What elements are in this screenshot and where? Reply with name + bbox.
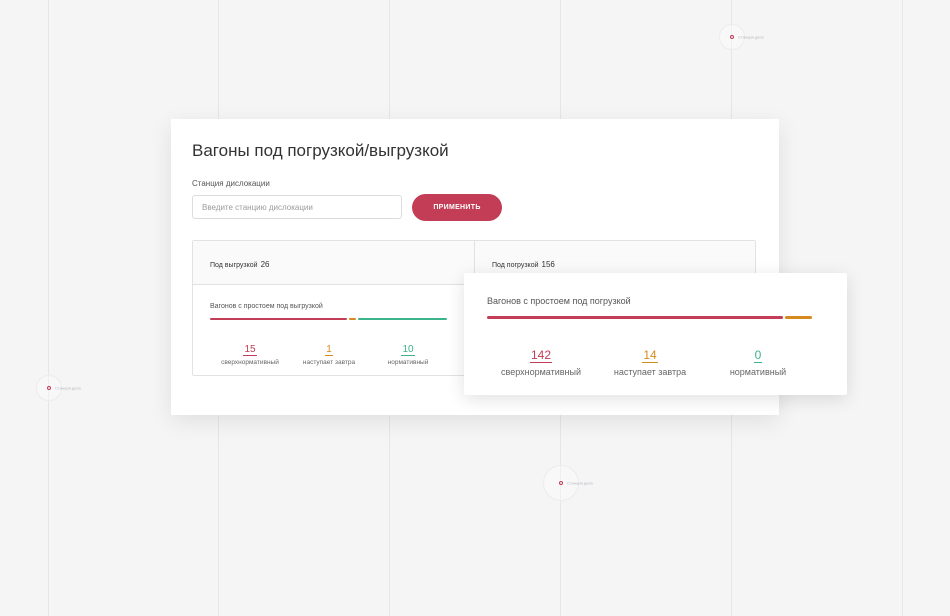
grid-line <box>902 0 903 616</box>
marker-label: Станция депо <box>567 480 593 486</box>
marker-label: Станция депо <box>55 385 81 391</box>
load-over-norm-label: сверхнормативный <box>501 367 581 377</box>
station-input[interactable] <box>192 195 402 219</box>
load-stat-normal: 0 нормативный <box>714 346 802 378</box>
load-stat-tomorrow: 14 наступает завтра <box>606 346 694 378</box>
load-normal-label: нормативный <box>729 367 787 377</box>
marker-label: Станция депо <box>738 34 764 40</box>
load-tomorrow-value[interactable]: 14 <box>642 349 658 363</box>
tab-unload-count: 26 <box>260 260 270 269</box>
tab-unload-label: Под выгрузкой <box>210 262 258 269</box>
load-stats-title: Вагонов с простоем под погрузкой <box>487 296 631 306</box>
marker-dot-icon <box>47 386 51 390</box>
load-tomorrow-label: наступает завтра <box>613 367 687 377</box>
unload-normal-value[interactable]: 10 <box>401 344 415 356</box>
station-label: Станция дислокации <box>192 179 270 188</box>
load-over-norm-value[interactable]: 142 <box>529 349 553 363</box>
unload-tomorrow-bar <box>349 318 356 320</box>
load-over-norm-bar <box>487 316 783 319</box>
map-marker[interactable]: Станция депо <box>719 24 764 50</box>
unload-tomorrow-label: наступает завтра <box>302 359 356 366</box>
unload-over-norm-label: сверхнормативный <box>221 359 279 366</box>
map-marker[interactable]: Станция депо <box>543 465 593 501</box>
grid-line <box>48 0 49 616</box>
unload-normal-label: нормативный <box>387 359 429 366</box>
unload-over-norm-value[interactable]: 15 <box>243 344 257 356</box>
unload-stat-normal: 10 нормативный <box>373 339 443 366</box>
unload-stat-tomorrow: 1 наступает завтра <box>294 339 364 366</box>
load-tomorrow-bar <box>785 316 812 319</box>
tab-load-label: Под погрузкой <box>492 262 539 269</box>
marker-dot-icon <box>559 481 563 485</box>
unload-tomorrow-value[interactable]: 1 <box>325 344 333 356</box>
unload-normal-bar <box>358 318 447 320</box>
tab-load-count: 156 <box>541 260 555 269</box>
page-title: Вагоны под погрузкой/выгрузкой <box>192 141 449 160</box>
marker-dot-icon <box>730 35 734 39</box>
load-stat-over-norm: 142 сверхнормативный <box>497 346 585 378</box>
unload-stats-title: Вагонов с простоем под выгрузкой <box>210 303 323 310</box>
map-marker[interactable]: Станция депо <box>36 375 81 401</box>
load-stats-popup: Вагонов с простоем под погрузкой 142 све… <box>464 273 847 395</box>
unload-stat-over-norm: 15 сверхнормативный <box>215 339 285 366</box>
unload-over-norm-bar <box>210 318 347 320</box>
apply-button[interactable]: ПРИМЕНИТЬ <box>412 194 502 221</box>
load-normal-value[interactable]: 0 <box>753 349 763 363</box>
tab-unload[interactable]: Под выгрузкой 26 <box>193 241 475 285</box>
